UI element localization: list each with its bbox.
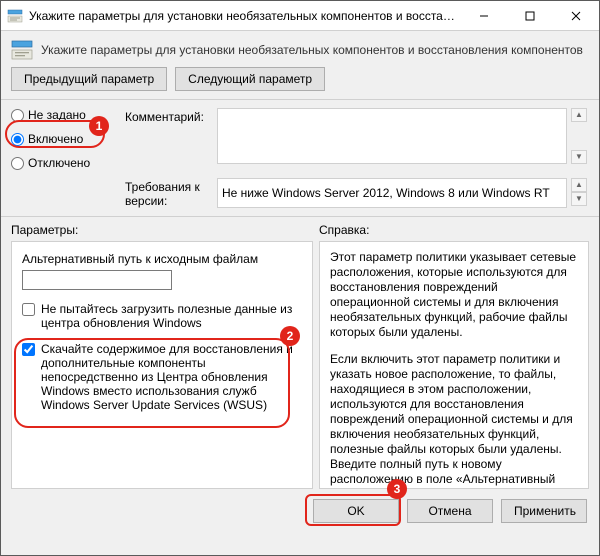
comment-spin: ▲ ▼: [571, 108, 589, 164]
requirements-text: Не ниже Windows Server 2012, Windows 8 и…: [217, 178, 567, 208]
help-p2: Если включить этот параметр политики и у…: [330, 352, 578, 489]
req-scroll-down[interactable]: ▼: [571, 192, 587, 206]
section-labels: Параметры: Справка:: [1, 217, 599, 241]
radio-disabled-label: Отключено: [28, 156, 90, 170]
heading-text: Укажите параметры для установки необязат…: [41, 43, 583, 57]
alt-path-input[interactable]: [22, 270, 172, 290]
comment-scroll-down[interactable]: ▼: [571, 150, 587, 164]
chk-no-download-input[interactable]: [22, 303, 35, 316]
policy-icon: [11, 39, 33, 61]
radio-not-configured[interactable]: Не задано: [11, 108, 121, 122]
comment-scroll-up[interactable]: ▲: [571, 108, 587, 122]
radio-not-configured-input[interactable]: [11, 109, 24, 122]
footer: 3 OK Отмена Применить: [1, 489, 599, 533]
close-button[interactable]: [553, 1, 599, 30]
radio-enabled-label: Включено: [28, 132, 83, 146]
window-title: Укажите параметры для установки необязат…: [29, 9, 461, 23]
req-scroll-up[interactable]: ▲: [571, 178, 587, 192]
radio-enabled[interactable]: Включено: [11, 132, 121, 146]
radio-disabled-input[interactable]: [11, 157, 24, 170]
chk-direct-wu-label: Скачайте содержимое для восстановления и…: [41, 342, 302, 412]
ok-button[interactable]: OK: [313, 499, 399, 523]
radio-not-configured-label: Не задано: [28, 108, 86, 122]
next-setting-button[interactable]: Следующий параметр: [175, 67, 325, 91]
help-panel[interactable]: Этот параметр политики указывает сетевые…: [319, 241, 589, 489]
nav-row: Предыдущий параметр Следующий параметр: [1, 67, 599, 99]
dialog-window: Укажите параметры для установки необязат…: [0, 0, 600, 556]
requirements-label: Требования к версии:: [125, 178, 213, 208]
heading-row: Укажите параметры для установки необязат…: [1, 31, 599, 67]
chk-no-download[interactable]: Не пытайтесь загрузить полезные данные и…: [22, 302, 302, 330]
state-radios: 1 Не задано Включено Отключено: [11, 108, 121, 170]
help-label: Справка:: [319, 223, 589, 237]
previous-setting-button[interactable]: Предыдущий параметр: [11, 67, 167, 91]
minimize-button[interactable]: [461, 1, 507, 30]
comment-label: Комментарий:: [125, 108, 213, 170]
comment-textarea[interactable]: [217, 108, 567, 164]
maximize-button[interactable]: [507, 1, 553, 30]
mid-columns: Альтернативный путь к исходным файлам Не…: [1, 241, 599, 489]
apply-button[interactable]: Применить: [501, 499, 587, 523]
alt-path-label: Альтернативный путь к исходным файлам: [22, 252, 302, 266]
titlebar: Укажите параметры для установки необязат…: [1, 1, 599, 31]
radio-enabled-input[interactable]: [11, 133, 24, 146]
content-area: Укажите параметры для установки необязат…: [1, 31, 599, 555]
cancel-button[interactable]: Отмена: [407, 499, 493, 523]
help-body: Этот параметр политики указывает сетевые…: [330, 250, 578, 489]
requirements-row: Требования к версии: Не ниже Windows Ser…: [1, 174, 599, 216]
chk-direct-wu[interactable]: Скачайте содержимое для восстановления и…: [22, 342, 302, 412]
chk-no-download-label: Не пытайтесь загрузить полезные данные и…: [41, 302, 302, 330]
chk-direct-wu-input[interactable]: [22, 343, 35, 356]
params-label: Параметры:: [11, 223, 319, 237]
radio-disabled[interactable]: Отключено: [11, 156, 121, 170]
help-p1: Этот параметр политики указывает сетевые…: [330, 250, 578, 340]
req-spin: ▲ ▼: [571, 178, 589, 208]
state-grid: 1 Не задано Включено Отключено Комментар…: [1, 100, 599, 174]
window-buttons: [461, 1, 599, 30]
policy-icon: [7, 8, 23, 24]
params-panel: Альтернативный путь к исходным файлам Не…: [11, 241, 313, 489]
